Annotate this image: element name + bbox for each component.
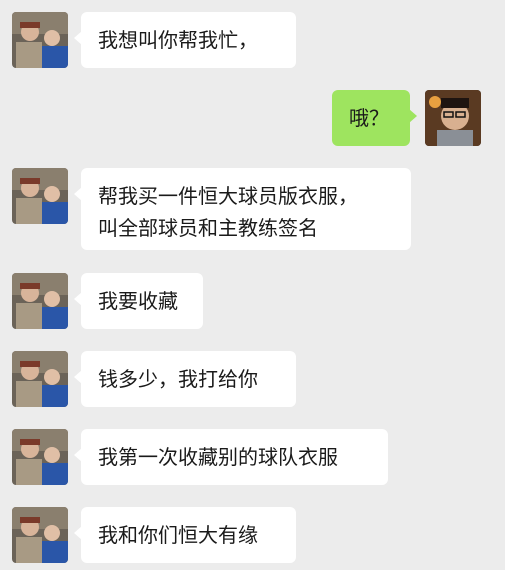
message-bubble[interactable]: 钱多少，我打给你 [74,351,296,407]
message-bubble[interactable]: 帮我买一件恒大球员版衣服， 叫全部球员和主教练签名 [74,168,411,250]
message-text: 我想叫你帮我忙， [98,28,258,52]
message-text: 我和你们恒大有缘 [98,523,258,547]
message-text: 钱多少，我打给你 [98,367,258,391]
message-text: 帮我买一件恒大球员版衣服， [98,184,358,208]
contact-avatar[interactable] [12,507,68,563]
message-text: 哦？ [349,106,389,130]
contact-avatar[interactable] [12,351,68,407]
message-bubble[interactable]: 我和你们恒大有缘 [74,507,296,563]
contact-avatar[interactable] [12,429,68,485]
contact-avatar[interactable] [12,12,68,68]
message-bubble[interactable]: 哦？ [332,90,417,146]
contact-avatar[interactable] [12,273,68,329]
message-bubble[interactable]: 我想叫你帮我忙， [74,12,296,68]
chat-conversation: 我想叫你帮我忙， 哦？ 帮我买一件恒大球员版衣服， 叫全部球员和主教练签名 我要… [0,0,505,570]
contact-avatar[interactable] [12,168,68,224]
message-bubble[interactable]: 我第一次收藏别的球队衣服 [74,429,388,485]
self-avatar[interactable] [425,90,481,146]
message-bubble[interactable]: 我要收藏 [74,273,203,329]
message-text: 我第一次收藏别的球队衣服 [98,445,338,469]
message-text: 我要收藏 [98,289,178,313]
message-text: 叫全部球员和主教练签名 [98,216,318,240]
